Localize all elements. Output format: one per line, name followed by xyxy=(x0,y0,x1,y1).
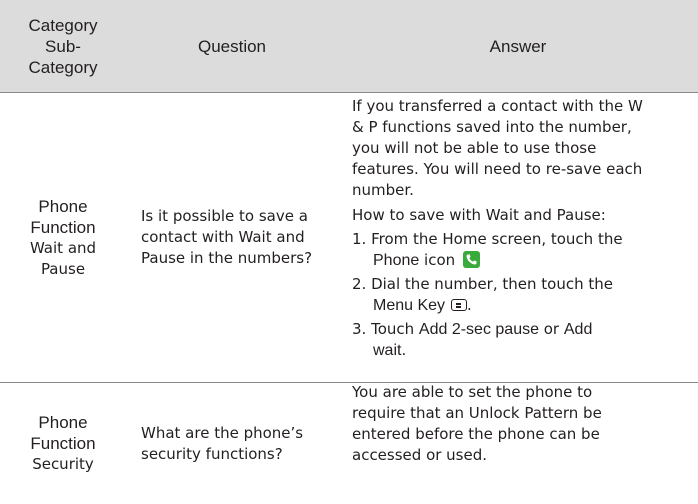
add-pause-label: Add 2-sec pause xyxy=(418,321,539,338)
question-text: What are the phone’s security functions? xyxy=(141,423,304,463)
category-line: Function xyxy=(30,217,96,237)
step-1-icon-text: icon xyxy=(419,251,460,269)
header-category: Category Sub- Category xyxy=(0,0,126,92)
menu-key-label: Menu Key xyxy=(373,297,446,314)
answer-cell: You are able to set the phone to require… xyxy=(352,382,692,466)
category-cell: Phone Function Wait and Pause xyxy=(0,93,126,382)
subcategory-line: Pause xyxy=(40,259,86,278)
step-2-line-2: Menu Key. xyxy=(352,295,692,316)
table-row: Phone Function Wait and Pause Is it poss… xyxy=(0,93,698,383)
header-category-line3: Category xyxy=(28,57,98,77)
category-line: Function xyxy=(30,434,96,453)
category-line: Phone xyxy=(38,196,88,216)
answer-intro: How to save with Wait and Pause: xyxy=(352,206,606,224)
step-3-line-2: wait. xyxy=(352,340,692,361)
subcategory-line: Security xyxy=(32,455,94,473)
answer-line: If you transferred a contact with the W xyxy=(352,97,643,115)
step-1-line: 1. From the Home screen, touch the xyxy=(352,230,623,248)
step-3-line: 3. Touch Add 2-sec pause or Add xyxy=(352,319,692,340)
question-cell: What are the phone’s security functions? xyxy=(141,383,336,504)
question-cell: Is it possible to save a contact with Wa… xyxy=(141,93,336,382)
step-2-end: . xyxy=(467,296,472,314)
table-header: Category Sub- Category Question Answer xyxy=(0,0,698,93)
answer-line: You are able to set the phone to xyxy=(352,383,593,401)
phone-label: Phone xyxy=(373,252,420,269)
answer-cell: If you transferred a contact with the W … xyxy=(352,96,692,361)
add-label: Add xyxy=(563,321,593,338)
phone-icon xyxy=(462,251,480,268)
answer-line: you will not be able to use those xyxy=(352,139,597,157)
table-row: Phone Function Security What are the pho… xyxy=(0,383,698,504)
step-2-line: 2. Dial the number, then touch the xyxy=(352,275,613,293)
header-category-line2: Sub- xyxy=(45,36,81,56)
wait-label: wait xyxy=(373,342,402,359)
menu-key-icon xyxy=(451,299,468,311)
answer-line: accessed or used. xyxy=(352,446,488,464)
header-answer: Answer xyxy=(489,36,547,56)
answer-line: features. You will need to re-save each xyxy=(352,160,643,178)
answer-line: entered before the phone can be xyxy=(352,425,600,443)
subcategory-line: Wait and xyxy=(29,238,97,257)
answer-line: require that an Unlock Pattern be xyxy=(352,404,602,422)
header-category-line1: Category xyxy=(28,15,98,35)
answer-line: & P functions saved into the number, xyxy=(352,118,632,136)
category-cell: Phone Function Security xyxy=(0,383,126,504)
answer-line: number. xyxy=(352,181,414,199)
step-3-end: . xyxy=(401,341,407,359)
step-3-text: 3. Touch xyxy=(352,320,419,338)
step-1-line-2: Phone icon xyxy=(352,250,692,271)
step-3-or: or xyxy=(538,320,564,338)
header-question: Question xyxy=(197,36,267,56)
category-line: Phone xyxy=(38,413,88,432)
question-text: Is it possible to save a contact with Wa… xyxy=(141,207,313,267)
